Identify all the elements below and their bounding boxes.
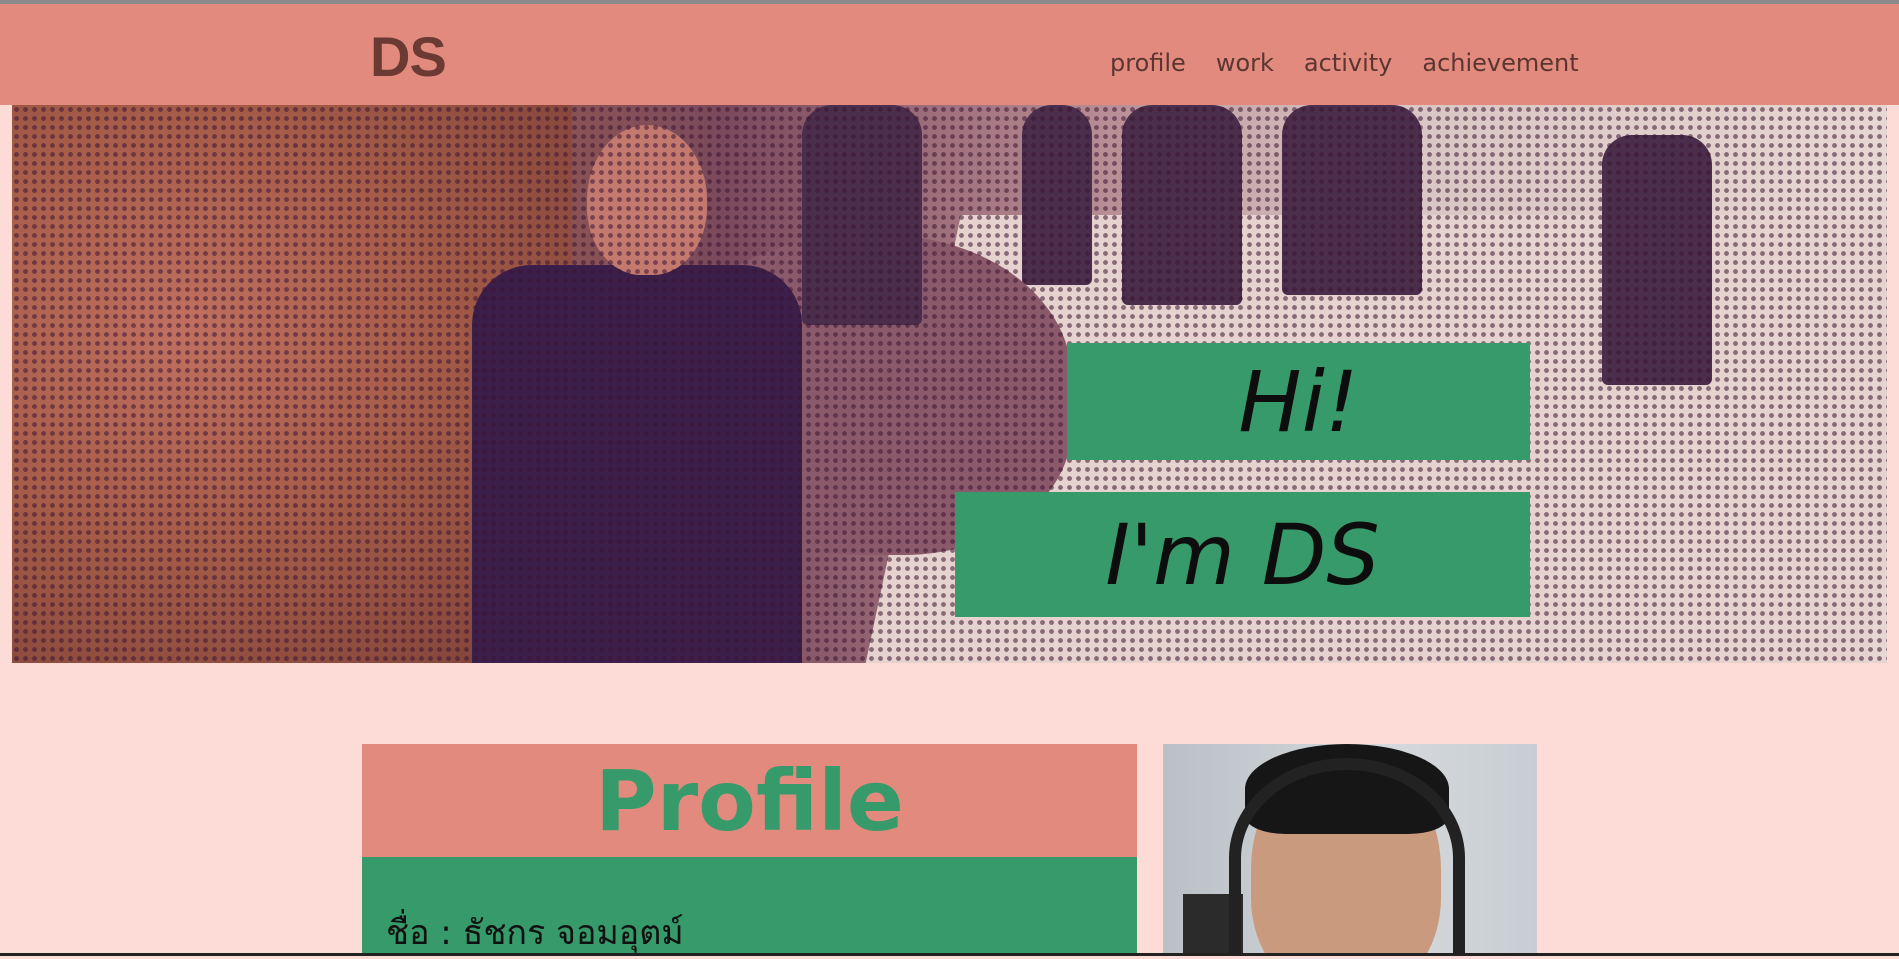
hero-intro: I'm DS (955, 492, 1530, 617)
nav-link-work[interactable]: work (1216, 49, 1274, 77)
nav-link-achievement[interactable]: achievement (1422, 49, 1578, 77)
main-nav: profile work activity achievement (1110, 49, 1579, 77)
hero-banner (12, 105, 1887, 663)
profile-name-line: ชื่อ : ธัชกร จอมอุตม์ (386, 913, 684, 953)
profile-title: Profile (595, 751, 904, 850)
site-logo[interactable]: DS (370, 24, 447, 89)
profile-header: Profile (362, 744, 1137, 857)
navbar: DS profile work activity achievement (0, 4, 1899, 105)
profile-body: ชื่อ : ธัชกร จอมอุตม์ (362, 857, 1137, 956)
profile-photo (1163, 744, 1537, 956)
hero-greeting: Hi! (1067, 343, 1530, 460)
halftone-overlay (12, 105, 1887, 663)
headset-icon (1229, 758, 1465, 956)
nav-link-profile[interactable]: profile (1110, 49, 1186, 77)
nav-link-activity[interactable]: activity (1304, 49, 1392, 77)
